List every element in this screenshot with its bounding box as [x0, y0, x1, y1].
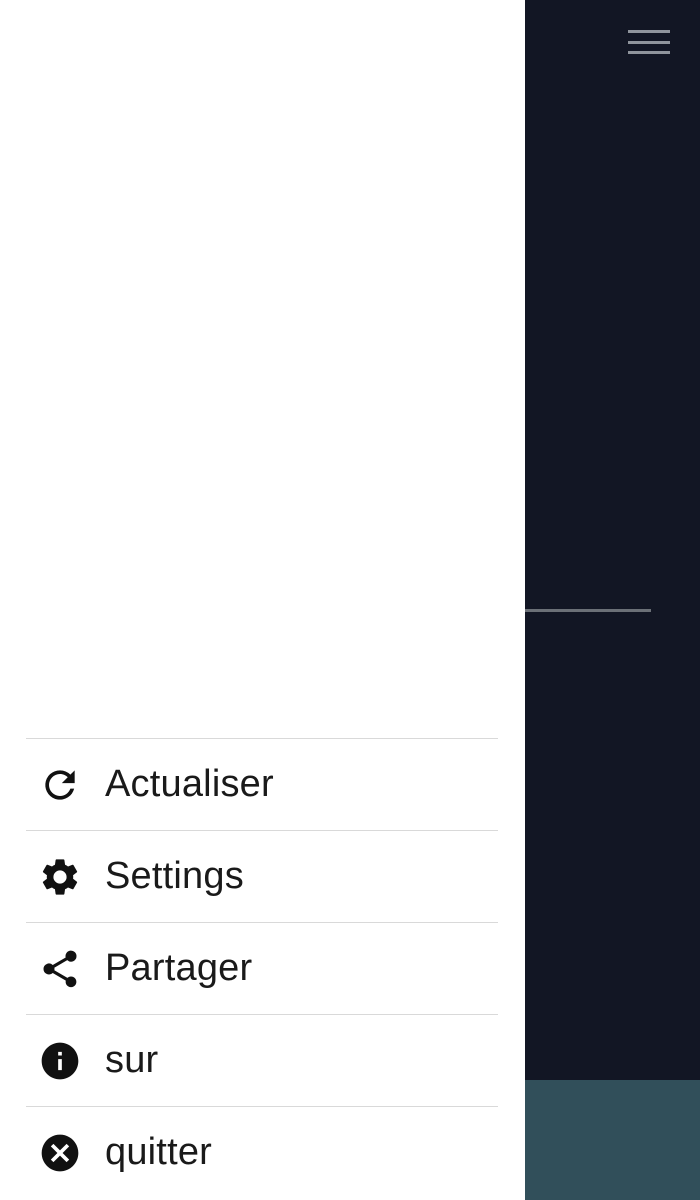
share-icon	[37, 946, 83, 992]
drawer-menu: Actualiser Settings Partager sur quitter	[26, 738, 498, 1198]
menu-item-actualiser[interactable]: Actualiser	[26, 738, 498, 830]
menu-item-quitter[interactable]: quitter	[26, 1106, 498, 1198]
menu-item-label: Partager	[105, 947, 253, 989]
menu-item-label: quitter	[105, 1131, 213, 1173]
menu-item-label: Actualiser	[105, 763, 274, 805]
background-bottom-bar	[525, 1080, 700, 1200]
menu-item-label: Settings	[105, 855, 244, 897]
refresh-icon	[37, 762, 83, 808]
navigation-drawer: Actualiser Settings Partager sur quitter	[0, 0, 525, 1200]
menu-item-sur[interactable]: sur	[26, 1014, 498, 1106]
info-icon	[37, 1038, 83, 1084]
menu-item-settings[interactable]: Settings	[26, 830, 498, 922]
hamburger-menu-icon[interactable]	[622, 26, 676, 58]
close-circle-icon	[37, 1130, 83, 1176]
menu-item-partager[interactable]: Partager	[26, 922, 498, 1014]
menu-item-label: sur	[105, 1039, 159, 1081]
gear-icon	[37, 854, 83, 900]
background-divider	[525, 609, 651, 612]
screen: Actualiser Settings Partager sur quitter	[0, 0, 700, 1200]
